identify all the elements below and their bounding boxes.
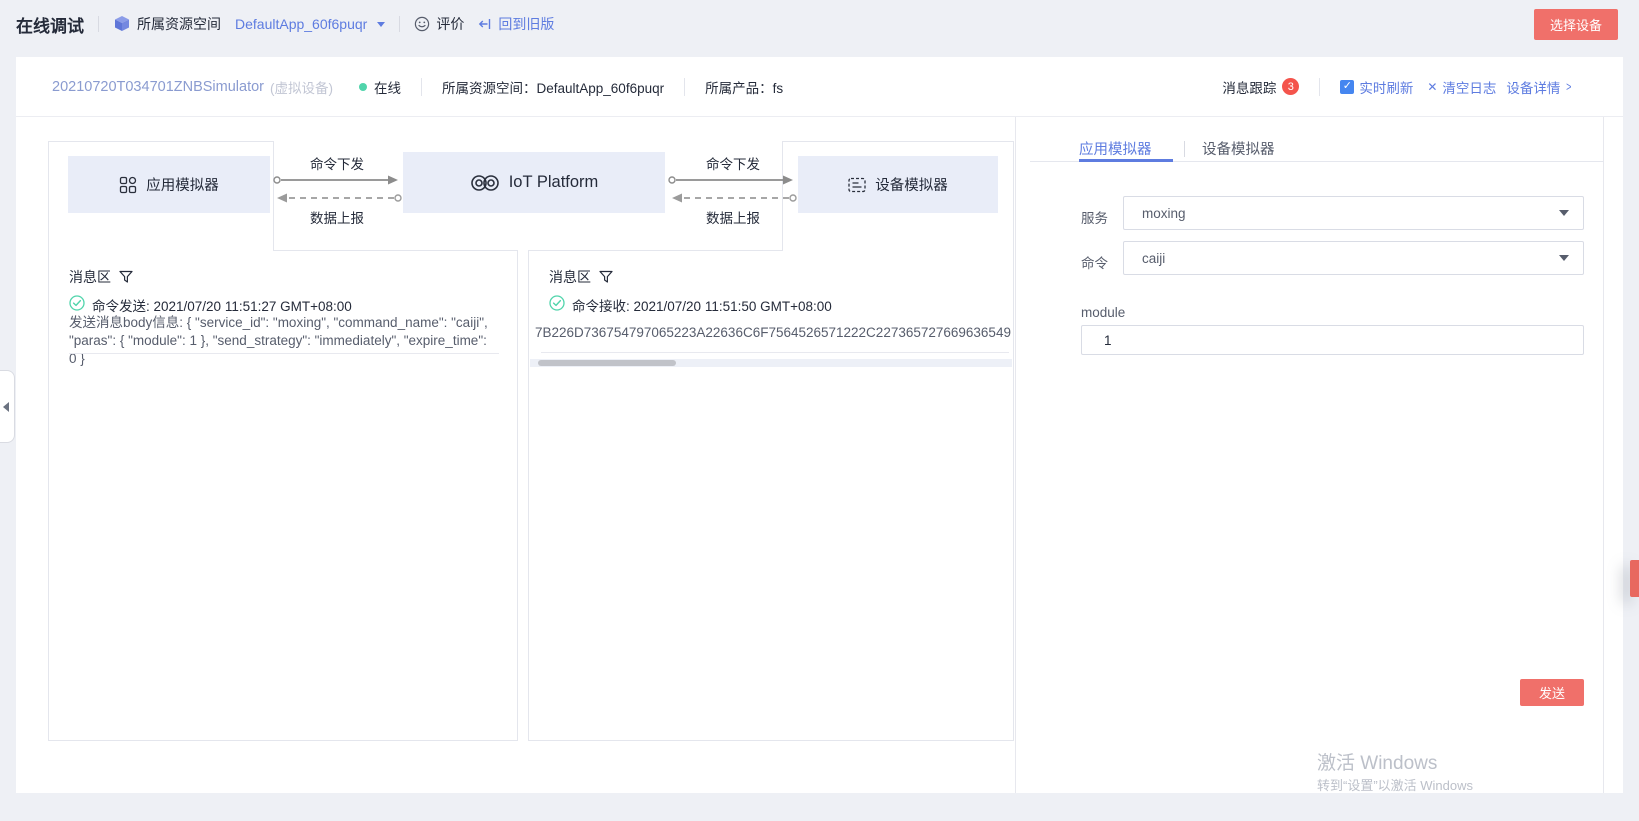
page-title: 在线调试 xyxy=(16,12,84,37)
device-name-link[interactable]: 20210720T034701ZNBSimulator xyxy=(52,79,264,95)
divider xyxy=(684,78,685,96)
resource-space-value: DefaultApp_60f6puqr xyxy=(537,81,665,96)
message-separator xyxy=(541,352,1009,353)
chevron-left-icon xyxy=(3,402,9,412)
device-message-title: 命令接收: 2021/07/20 11:51:50 GMT+08:00 xyxy=(572,295,832,315)
tab-divider xyxy=(1184,141,1185,157)
device-message-entry-header: 命令接收: 2021/07/20 11:51:50 GMT+08:00 xyxy=(549,295,832,315)
filter-icon[interactable] xyxy=(119,270,133,284)
filter-icon[interactable] xyxy=(599,270,613,284)
module-label: module xyxy=(1081,305,1125,320)
diagram-node-app-simulator: 应用模拟器 xyxy=(68,156,270,213)
right-panel-divider xyxy=(1015,117,1016,793)
link2-command-down-label: 命令下发 xyxy=(673,153,793,173)
scroll-gutter-divider xyxy=(1603,117,1604,793)
divider xyxy=(421,78,422,96)
check-circle-icon xyxy=(69,295,85,311)
clear-log-button[interactable]: ✕ 清空日志 xyxy=(1427,77,1496,97)
smiley-icon xyxy=(414,16,430,32)
resource-space-label: 所属资源空间 xyxy=(137,14,221,34)
app-message-title: 命令发送: 2021/07/20 11:51:27 GMT+08:00 xyxy=(92,295,352,315)
tab-app-simulator[interactable]: 应用模拟器 xyxy=(1079,138,1152,159)
divider xyxy=(98,16,99,32)
online-dot-icon xyxy=(359,83,367,91)
command-select[interactable]: caiji xyxy=(1123,241,1584,275)
feedback-label: 评价 xyxy=(436,14,464,34)
product-pair: 所属产品：fs xyxy=(705,77,783,97)
device-status: 在线 xyxy=(359,77,401,97)
app-selector-value[interactable]: DefaultApp_60f6puqr xyxy=(235,16,367,32)
device-message-hex-body: 7B226D736754797065223A22636C6F7564526571… xyxy=(535,325,1011,340)
chevron-down-icon xyxy=(1559,255,1569,261)
select-device-button[interactable]: 选择设备 xyxy=(1534,9,1618,40)
message-separator xyxy=(69,353,499,354)
product-label: 所属产品： xyxy=(705,81,773,96)
message-trace-label: 消息跟踪 xyxy=(1222,77,1276,97)
chevron-down-icon xyxy=(1559,210,1569,216)
divider xyxy=(399,16,400,32)
clear-log-label: 清空日志 xyxy=(1442,77,1496,97)
app-grid-icon xyxy=(119,176,137,194)
divider xyxy=(1319,78,1320,96)
app-panel-title-row: 消息区 xyxy=(69,267,133,287)
horizontal-scrollbar-track[interactable] xyxy=(530,359,1012,367)
resource-space-label: 所属资源空间： xyxy=(442,81,537,96)
resource-space-pair: 所属资源空间：DefaultApp_60f6puqr xyxy=(442,77,664,97)
chevron-down-icon xyxy=(377,22,385,27)
module-input[interactable] xyxy=(1081,325,1584,355)
device-panel-title-row: 消息区 xyxy=(549,267,613,287)
back-to-old-label: 回到旧版 xyxy=(498,14,554,34)
app-panel-title: 消息区 xyxy=(69,267,111,287)
service-select[interactable]: moxing xyxy=(1123,196,1584,230)
node-label: 应用模拟器 xyxy=(146,174,219,195)
device-detail-label: 设备详情 xyxy=(1506,77,1560,97)
resource-space-group: 所属资源空间 xyxy=(113,14,221,34)
service-label: 服务 xyxy=(1081,207,1108,227)
app-message-panel: 消息区 命令发送: 2021/07/20 11:51:27 GMT+08:00 … xyxy=(48,250,518,741)
device-list-icon xyxy=(848,177,866,193)
device-message-panel: 消息区 命令接收: 2021/07/20 11:51:50 GMT+08:00 … xyxy=(528,250,1014,741)
feedback-button[interactable]: 评价 xyxy=(414,14,464,34)
app-selector[interactable]: DefaultApp_60f6puqr xyxy=(235,16,385,32)
device-detail-link[interactable]: 设备详情 > xyxy=(1506,77,1573,97)
chevron-right-icon: > xyxy=(1567,79,1572,94)
device-header: 20210720T034701ZNBSimulator (虚拟设备) 在线 所属… xyxy=(16,57,1623,117)
clear-icon: ✕ xyxy=(1427,80,1437,94)
link1-command-down-label: 命令下发 xyxy=(277,153,397,173)
link2-data-up-label: 数据上报 xyxy=(673,207,793,227)
feedback-side-tab[interactable] xyxy=(1630,560,1639,597)
back-arrow-icon xyxy=(478,17,492,31)
realtime-refresh-toggle[interactable]: ✓ 实时刷新 xyxy=(1340,77,1413,97)
main-card: 20210720T034701ZNBSimulator (虚拟设备) 在线 所属… xyxy=(16,57,1623,793)
command-label: 命令 xyxy=(1081,252,1108,272)
tab-active-underline xyxy=(1079,159,1173,162)
message-trace-badge: 3 xyxy=(1282,78,1299,95)
horizontal-scrollbar-thumb[interactable] xyxy=(538,360,676,366)
product-value: fs xyxy=(773,81,784,96)
command-select-value: caiji xyxy=(1142,251,1165,266)
sidebar-collapse-handle[interactable] xyxy=(0,370,15,443)
cube-icon xyxy=(113,15,131,33)
device-type-label: (虚拟设备) xyxy=(270,77,333,97)
node-label: 设备模拟器 xyxy=(875,174,948,195)
status-label: 在线 xyxy=(374,77,401,97)
service-select-value: moxing xyxy=(1142,206,1186,221)
device-panel-title: 消息区 xyxy=(549,267,591,287)
top-bar: 在线调试 所属资源空间 DefaultApp_60f6puqr 评价 xyxy=(0,0,1639,48)
diagram-node-device-simulator: 设备模拟器 xyxy=(798,156,998,213)
checkbox-checked-icon[interactable]: ✓ xyxy=(1340,80,1354,94)
tab-device-simulator[interactable]: 设备模拟器 xyxy=(1202,138,1275,159)
link1-data-up-label: 数据上报 xyxy=(277,207,397,227)
back-to-old-link[interactable]: 回到旧版 xyxy=(478,14,554,34)
app-message-entry-header: 命令发送: 2021/07/20 11:51:27 GMT+08:00 xyxy=(69,295,352,315)
send-button[interactable]: 发送 xyxy=(1520,679,1584,706)
check-circle-icon xyxy=(549,295,565,311)
message-trace-button[interactable]: 消息跟踪 3 xyxy=(1222,77,1299,97)
realtime-refresh-label: 实时刷新 xyxy=(1359,77,1413,97)
app-message-body: 发送消息body信息: { "service_id": "moxing", "c… xyxy=(69,314,495,368)
